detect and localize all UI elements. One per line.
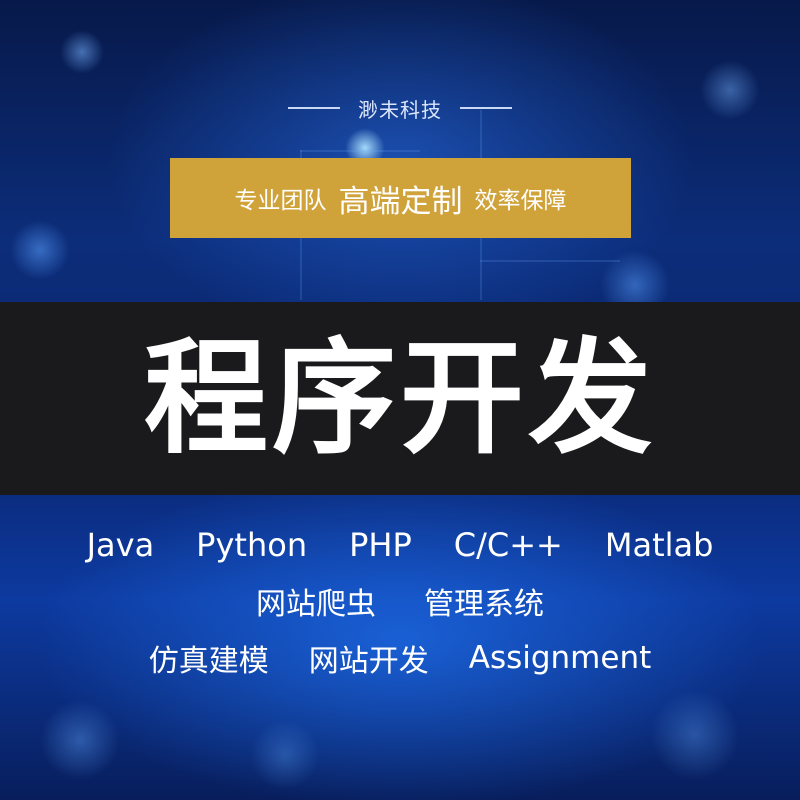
language-tag: Python [196, 526, 308, 564]
main-title: 程序开发 [143, 326, 656, 471]
service-list: 网站爬虫 管理系统 [0, 580, 800, 622]
language-tag: Java [86, 526, 155, 564]
language-tag: C/C++ [453, 526, 563, 564]
service-tag: 管理系统 [424, 587, 544, 622]
bokeh-light [40, 700, 120, 780]
bokeh-light [650, 690, 740, 780]
slogan-part-team: 专业团队 [234, 188, 327, 214]
slogan-part-efficiency: 效率保障 [474, 188, 567, 214]
brand-header: 渺未科技 [0, 91, 800, 125]
service-tag: 仿真建模 [148, 644, 269, 679]
language-tag: PHP [349, 526, 412, 564]
language-list: Java Python PHP C/C++ Matlab [0, 522, 800, 568]
slogan-part-custom: 高端定制 [338, 183, 463, 220]
circuit-line [300, 150, 420, 152]
poster-canvas: 渺未科技 专业团队 高端定制 效率保障 程序开发 Java Python PHP… [0, 0, 800, 800]
slogan-bar: 专业团队 高端定制 效率保障 [170, 158, 631, 238]
service-tag: 网站爬虫 [256, 587, 376, 622]
brand-right-rule [460, 107, 512, 109]
service-list: 仿真建模 网站开发 Assignment [0, 636, 800, 680]
title-band: 程序开发 [0, 302, 800, 495]
service-tag: 网站开发 [308, 644, 429, 679]
brand-name: 渺未科技 [358, 97, 442, 122]
brand-left-rule [288, 107, 340, 109]
bokeh-light [250, 720, 320, 790]
bokeh-light [60, 30, 104, 74]
language-tag: Matlab [604, 526, 714, 564]
circuit-line [480, 260, 620, 262]
service-tag: Assignment [468, 640, 652, 676]
bokeh-light [10, 220, 70, 280]
